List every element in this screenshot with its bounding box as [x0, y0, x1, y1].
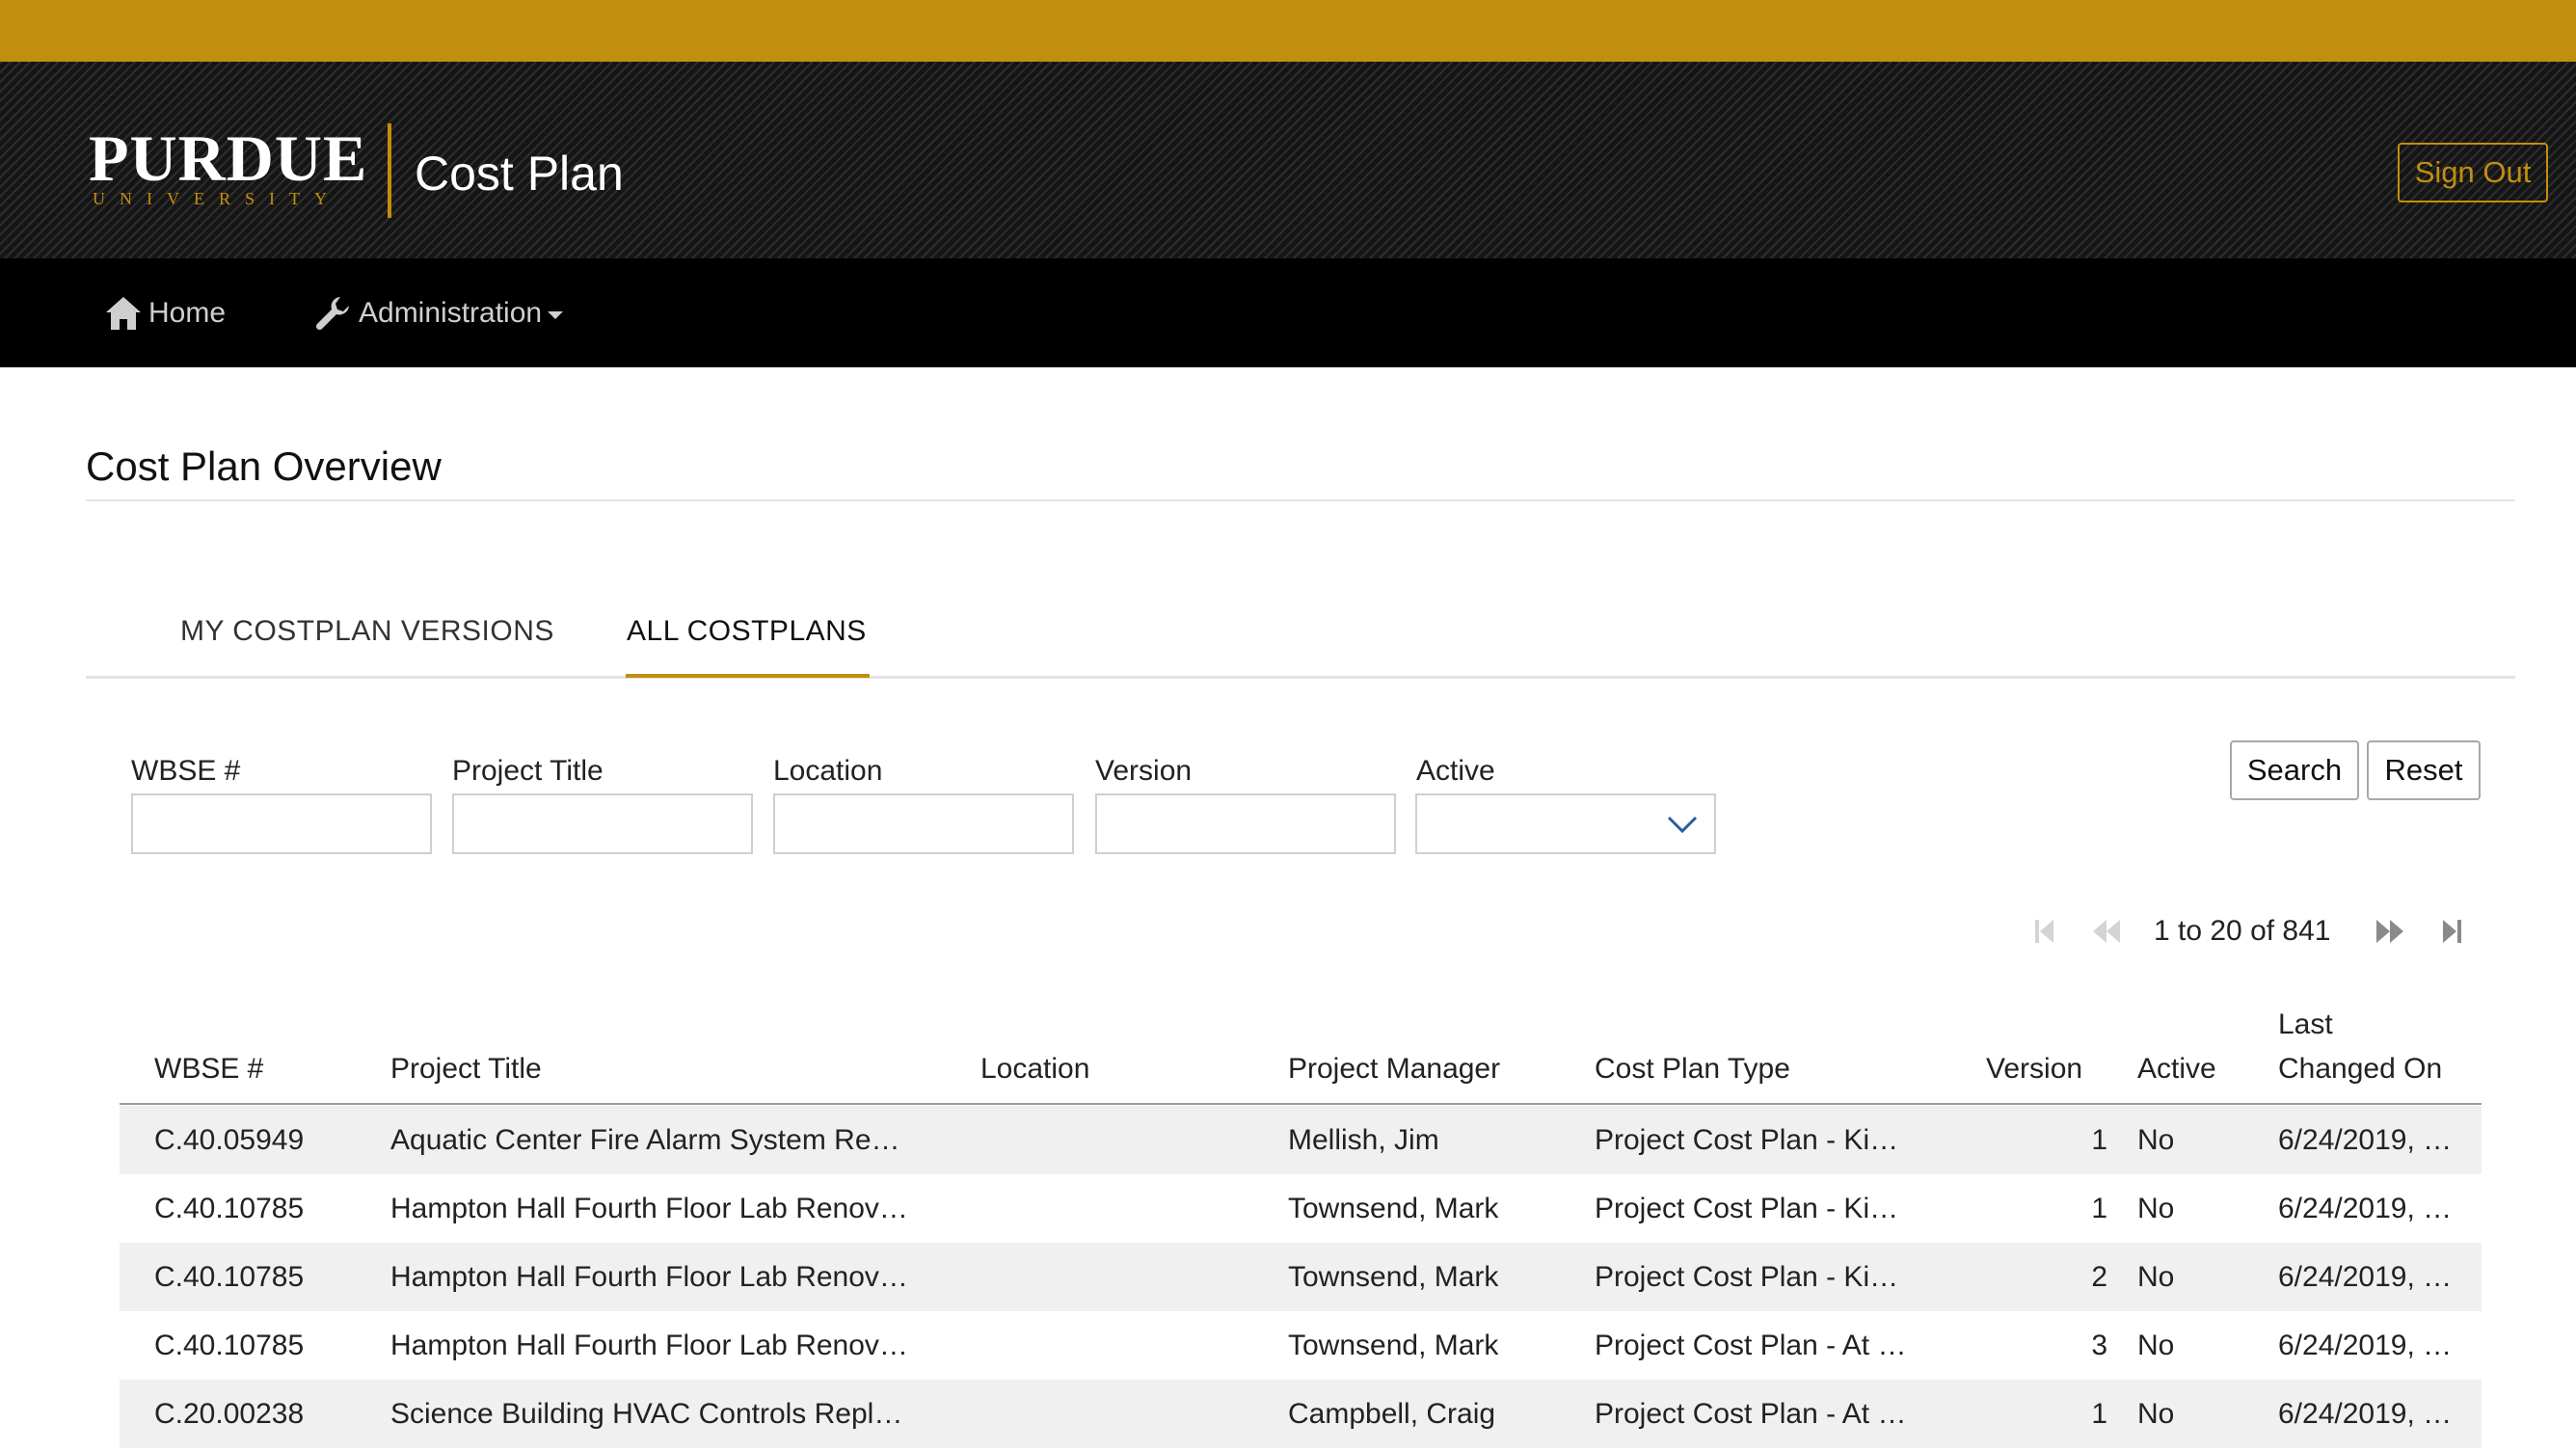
version-filter-label: Version: [1095, 755, 1193, 787]
cell-cost-plan-type: Project Cost Plan - Ki…: [1595, 1261, 1899, 1293]
main-nav: Home Administration: [0, 258, 2576, 367]
cell-version: 1: [2091, 1193, 2107, 1224]
cell-wbse: C.40.10785: [154, 1261, 305, 1293]
cell-project-manager: Townsend, Mark: [1288, 1193, 1499, 1224]
column-header-project-title[interactable]: Project Title: [390, 1047, 542, 1091]
cell-project-title: Hampton Hall Fourth Floor Lab Renov…: [390, 1261, 908, 1293]
title-divider: [86, 499, 2515, 501]
logo-wordmark: PURDUE: [89, 121, 368, 195]
previous-page-button[interactable]: [2090, 912, 2123, 951]
cell-active: No: [2137, 1398, 2175, 1430]
column-header-cost-plan-type[interactable]: Cost Plan Type: [1595, 1047, 1790, 1091]
cell-version: 2: [2091, 1261, 2107, 1293]
last-page-button[interactable]: [2439, 912, 2464, 951]
previous-page-icon: [2093, 920, 2120, 943]
last-page-icon: [2443, 920, 2461, 943]
first-page-icon: [2035, 920, 2053, 943]
cell-wbse: C.40.10785: [154, 1193, 305, 1224]
cell-project-title: Hampton Hall Fourth Floor Lab Renov…: [390, 1330, 908, 1361]
top-gold-bar: [0, 0, 2576, 62]
table-row[interactable]: C.40.10785 Hampton Hall Fourth Floor Lab…: [120, 1243, 2482, 1311]
cell-cost-plan-type: Project Cost Plan - Ki…: [1595, 1193, 1899, 1224]
cell-last-changed: 6/24/2019, …: [2278, 1124, 2453, 1156]
nav-administration[interactable]: Administration: [314, 258, 564, 367]
column-header-location[interactable]: Location: [980, 1047, 1089, 1091]
cell-active: No: [2137, 1124, 2175, 1156]
reset-button[interactable]: Reset: [2367, 740, 2481, 800]
cell-last-changed: 6/24/2019, …: [2278, 1398, 2453, 1430]
logo-subtitle: UNIVERSITY: [93, 189, 341, 208]
wbse-filter-label: WBSE #: [131, 755, 241, 787]
cell-project-manager: Townsend, Mark: [1288, 1330, 1499, 1361]
cell-project-manager: Mellish, Jim: [1288, 1124, 1439, 1156]
cell-project-title: Aquatic Center Fire Alarm System Re…: [390, 1124, 900, 1156]
cell-project-title: Science Building HVAC Controls Repl…: [390, 1398, 903, 1430]
site-header: PURDUE UNIVERSITY Cost Plan Sign Out: [0, 62, 2576, 258]
active-filter-select[interactable]: [1415, 793, 1716, 854]
active-tab-indicator: [626, 674, 870, 678]
cell-active: No: [2137, 1261, 2175, 1293]
cell-project-title: Hampton Hall Fourth Floor Lab Renov…: [390, 1193, 908, 1224]
table-row[interactable]: C.40.10785 Hampton Hall Fourth Floor Lab…: [120, 1174, 2482, 1243]
table-header-rule: [120, 1103, 2482, 1105]
nav-administration-label: Administration: [359, 296, 543, 329]
tab-my-costplan-versions[interactable]: MY COSTPLAN VERSIONS: [180, 615, 554, 648]
header-divider: [388, 123, 391, 218]
cell-cost-plan-type: Project Cost Plan - At …: [1595, 1330, 1907, 1361]
cell-project-manager: Townsend, Mark: [1288, 1261, 1499, 1293]
cell-last-changed: 6/24/2019, …: [2278, 1261, 2453, 1293]
next-page-button[interactable]: [2374, 912, 2406, 951]
cell-wbse: C.40.10785: [154, 1330, 305, 1361]
column-header-version[interactable]: Version: [1986, 1047, 2082, 1091]
column-header-wbse[interactable]: WBSE #: [154, 1047, 263, 1091]
wbse-filter-input[interactable]: [131, 793, 432, 854]
page-title: Cost Plan Overview: [86, 443, 442, 489]
chevron-down-icon: [548, 310, 564, 319]
version-filter-input[interactable]: [1095, 793, 1396, 854]
pager-status: 1 to 20 of 841: [2154, 915, 2331, 947]
next-page-icon: [2376, 920, 2403, 943]
first-page-button[interactable]: [2032, 912, 2057, 951]
project-title-filter-label: Project Title: [452, 755, 604, 787]
project-title-filter-input[interactable]: [452, 793, 753, 854]
cell-last-changed: 6/24/2019, …: [2278, 1193, 2453, 1224]
table-row[interactable]: C.40.05949 Aquatic Center Fire Alarm Sys…: [120, 1106, 2482, 1174]
purdue-logo[interactable]: PURDUE UNIVERSITY: [89, 121, 368, 209]
tabs-divider: [86, 676, 2515, 679]
column-header-last-changed-line2[interactable]: Changed On: [2278, 1047, 2442, 1091]
column-header-project-manager[interactable]: Project Manager: [1288, 1047, 1500, 1091]
cell-active: No: [2137, 1330, 2175, 1361]
cell-cost-plan-type: Project Cost Plan - Ki…: [1595, 1124, 1899, 1156]
cell-version: 1: [2091, 1124, 2107, 1156]
cell-cost-plan-type: Project Cost Plan - At …: [1595, 1398, 1907, 1430]
home-icon: [106, 296, 141, 330]
nav-home[interactable]: Home: [104, 258, 226, 367]
table-row[interactable]: C.20.00238 Science Building HVAC Control…: [120, 1380, 2482, 1448]
cell-active: No: [2137, 1193, 2175, 1224]
sign-out-button[interactable]: Sign Out: [2398, 143, 2548, 202]
cell-project-manager: Campbell, Craig: [1288, 1398, 1496, 1430]
cell-wbse: C.40.05949: [154, 1124, 305, 1156]
nav-home-label: Home: [148, 296, 227, 329]
location-filter-input[interactable]: [773, 793, 1074, 854]
wrench-icon: [315, 296, 349, 330]
cell-last-changed: 6/24/2019, …: [2278, 1330, 2453, 1361]
location-filter-label: Location: [773, 755, 883, 787]
tab-all-costplans[interactable]: ALL COSTPLANS: [627, 615, 867, 648]
column-header-active[interactable]: Active: [2137, 1047, 2216, 1091]
column-header-last-changed-line1[interactable]: Last: [2278, 1003, 2333, 1047]
app-title: Cost Plan: [415, 147, 624, 201]
cell-wbse: C.20.00238: [154, 1398, 305, 1430]
search-button[interactable]: Search: [2230, 740, 2359, 800]
active-filter-label: Active: [1416, 755, 1495, 787]
cell-version: 3: [2091, 1330, 2107, 1361]
chevron-down-icon: [1667, 816, 1698, 834]
table-row[interactable]: C.40.10785 Hampton Hall Fourth Floor Lab…: [120, 1311, 2482, 1380]
cell-version: 1: [2091, 1398, 2107, 1430]
